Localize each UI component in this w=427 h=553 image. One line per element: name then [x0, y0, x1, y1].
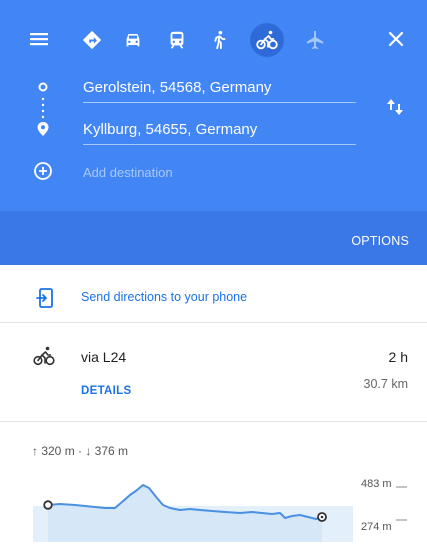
close-icon: [388, 31, 404, 47]
destination-field[interactable]: Kyllburg, 54655, Germany: [83, 121, 356, 145]
elevation-max-label: 483 m: [361, 478, 392, 490]
add-destination-button[interactable]: [33, 161, 53, 181]
divider: [0, 421, 427, 422]
add-circle-icon: [34, 162, 52, 180]
add-destination-input[interactable]: Add destination: [83, 165, 173, 180]
elevation-summary: ↑ 320 m · ↓ 376 m: [32, 444, 129, 458]
airplane-icon: [306, 30, 324, 50]
swap-arrows-icon: [387, 99, 403, 115]
origin-field[interactable]: Gerolstein, 54568, Germany: [83, 79, 356, 103]
route-duration: 2 h: [388, 349, 408, 365]
mode-transit-button[interactable]: [160, 23, 194, 57]
bicycle-icon: [33, 346, 55, 366]
bicycle-icon: [256, 30, 278, 50]
route-dots: [41, 97, 45, 119]
travel-mode-bar: [0, 23, 427, 57]
origin-dot-icon: [38, 82, 48, 92]
options-button[interactable]: OPTIONS: [351, 234, 409, 248]
elevation-min-label: 274 m: [361, 521, 392, 533]
route-distance: 30.7 km: [363, 377, 408, 391]
directions-diamond-icon: [82, 30, 102, 50]
mode-flight-button[interactable]: [298, 23, 332, 57]
car-icon: [126, 34, 140, 47]
close-button[interactable]: [384, 27, 408, 51]
start-marker: [43, 500, 53, 510]
mode-bicycle-button[interactable]: [250, 23, 284, 57]
divider: [0, 322, 427, 323]
swap-button[interactable]: [384, 96, 406, 118]
mode-best-button[interactable]: [75, 23, 109, 57]
walk-icon: [214, 30, 226, 50]
send-to-phone-icon: [36, 288, 53, 308]
send-directions-link[interactable]: Send directions to your phone: [81, 290, 247, 304]
mode-walk-button[interactable]: [202, 23, 236, 57]
transit-icon: [170, 31, 184, 49]
details-button[interactable]: DETAILS: [81, 385, 131, 397]
mode-car-button[interactable]: [116, 23, 150, 57]
destination-pin-icon: [37, 122, 49, 136]
route-via[interactable]: via L24: [81, 349, 126, 365]
